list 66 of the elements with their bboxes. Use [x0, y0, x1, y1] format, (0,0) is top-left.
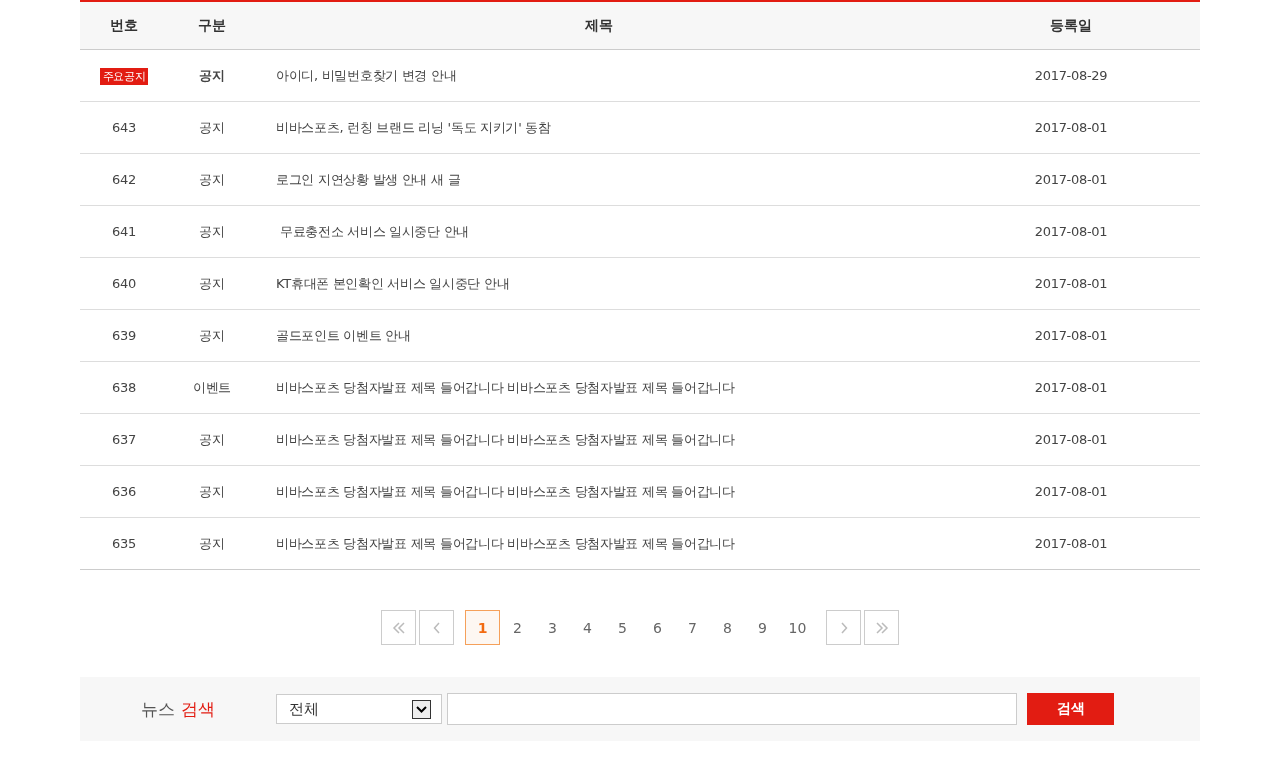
post-title-link[interactable]: 비바스포츠 당첨자발표 제목 들어갑니다 비바스포츠 당첨자발표 제목 들어갑니다: [276, 431, 735, 447]
table-cell: 2017-08-01: [1034, 276, 1108, 291]
chevron-left-icon: [432, 621, 441, 634]
page-button[interactable]: 7: [675, 610, 710, 645]
post-title-link[interactable]: 아이디, 비밀번호찾기 변경 안내: [276, 67, 457, 83]
page-button[interactable]: 9: [745, 610, 780, 645]
table-cell: 639: [112, 328, 136, 343]
first-page-button[interactable]: [381, 610, 416, 645]
table-cell: 2017-08-01: [1034, 172, 1108, 187]
previous-page-button[interactable]: [419, 610, 454, 645]
post-title-link[interactable]: 비바스포츠, 런칭 브랜드 리닝 '독도 지키기' 동참: [276, 119, 551, 135]
table-cell: 공지: [199, 535, 225, 551]
table-cell: 공지: [199, 275, 225, 291]
table-cell: 2017-08-01: [1034, 224, 1108, 239]
chevron-right-icon: [839, 621, 848, 634]
search-button[interactable]: 검색: [1027, 693, 1114, 725]
page-button[interactable]: 5: [605, 610, 640, 645]
post-title-link[interactable]: 무료충전소 서비스 일시중단 안내: [276, 223, 470, 239]
table-cell: 이벤트: [192, 379, 232, 395]
page-button[interactable]: 3: [535, 610, 570, 645]
double-chevron-right-icon: [874, 621, 889, 634]
table-cell: 643: [112, 120, 136, 135]
column-header: 제목: [584, 16, 614, 35]
post-title-link[interactable]: 로그인 지연상황 발생 안내 새 글: [276, 171, 461, 187]
search-label-accent: 검색: [180, 698, 215, 719]
last-page-button[interactable]: [864, 610, 899, 645]
table-cell: 2017-08-01: [1034, 432, 1108, 447]
table-cell: 642: [112, 172, 136, 187]
double-chevron-left-icon: [391, 621, 406, 634]
post-title-link[interactable]: 비바스포츠 당첨자발표 제목 들어갑니다 비바스포츠 당첨자발표 제목 들어갑니다: [276, 535, 735, 551]
table-cell: 공지: [199, 119, 225, 135]
table-cell: 공지: [199, 431, 225, 447]
table-cell: 2017-08-01: [1034, 380, 1108, 395]
column-header: 구분: [197, 16, 227, 35]
table-cell: 공지: [199, 67, 225, 83]
post-title-link[interactable]: 비바스포츠 당첨자발표 제목 들어갑니다 비바스포츠 당첨자발표 제목 들어갑니다: [276, 379, 735, 395]
table-cell: 638: [112, 380, 136, 395]
page-button[interactable]: 10: [780, 610, 815, 645]
table-cell: 공지: [199, 171, 225, 187]
post-title-link[interactable]: KT휴대폰 본인확인 서비스 일시중단 안내: [276, 275, 510, 291]
table-cell: 2017-08-29: [1034, 68, 1108, 83]
table-cell: 공지: [199, 327, 225, 343]
table-cell: 2017-08-01: [1034, 536, 1108, 551]
table-cell: 637: [112, 432, 136, 447]
table-cell: 640: [112, 276, 136, 291]
search-label: 뉴스: [141, 698, 176, 719]
page-button[interactable]: 6: [640, 610, 675, 645]
post-title-link[interactable]: 비바스포츠 당첨자발표 제목 들어갑니다 비바스포츠 당첨자발표 제목 들어갑니다: [276, 483, 735, 499]
page-button[interactable]: 8: [710, 610, 745, 645]
table-cell: 공지: [199, 483, 225, 499]
table-cell: 2017-08-01: [1034, 328, 1108, 343]
table-cell: 635: [112, 536, 136, 551]
table-cell: 636: [112, 484, 136, 499]
table-cell: 641: [112, 224, 136, 239]
page-button[interactable]: 2: [500, 610, 535, 645]
column-header: 번호: [109, 16, 139, 35]
table-cell: 공지: [199, 223, 225, 239]
next-page-button[interactable]: [826, 610, 861, 645]
column-header: 등록일: [1049, 16, 1093, 35]
table-cell: 2017-08-01: [1034, 484, 1108, 499]
scope-dropdown[interactable]: 전체: [276, 694, 442, 724]
page-button[interactable]: 4: [570, 610, 605, 645]
table-cell: 2017-08-01: [1034, 120, 1108, 135]
search-input-field[interactable]: [447, 693, 1017, 725]
post-title-link[interactable]: 골드포인트 이벤트 안내: [276, 327, 411, 343]
notice-badge: 주요공지: [99, 67, 149, 85]
